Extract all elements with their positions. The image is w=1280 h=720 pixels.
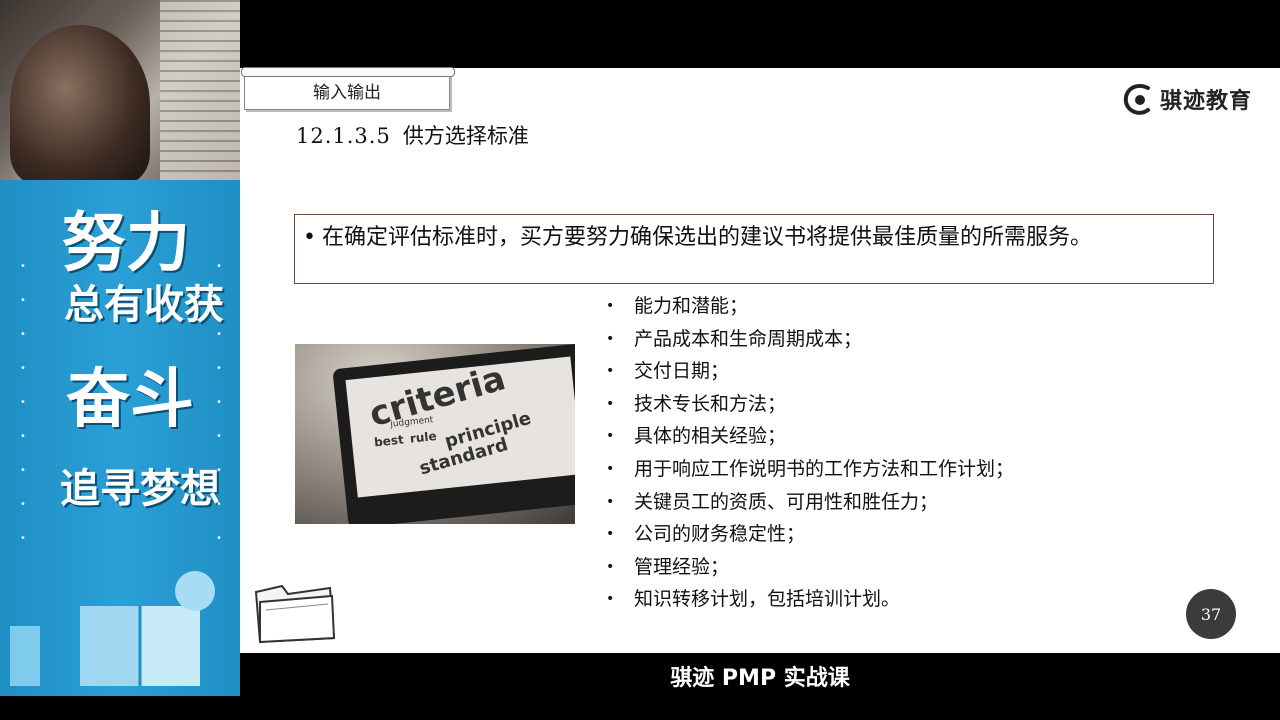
bookshelf-background xyxy=(160,0,240,180)
presenter-silhouette xyxy=(10,25,150,180)
list-item: • 关键员工的资质、可用性和胜任力； xyxy=(606,486,1014,519)
list-item: • 能力和潜能； xyxy=(606,290,1014,323)
bullet-icon: • xyxy=(606,558,615,575)
criteria-tablet-image: criteria best rule principle standard ju… xyxy=(295,344,575,524)
motivational-banner: 努力 总有收获 奋斗 追寻梦想 • • • • • • • • • • • • • • • • • • xyxy=(0,180,240,696)
criteria-list: • 能力和潜能； • 产品成本和生命周期成本； • 交付日期； • 技术专长和方法； •… xyxy=(606,290,1014,616)
banner-line-4: 追寻梦想 xyxy=(60,466,220,512)
word-best: best xyxy=(373,432,405,450)
banner-line-2: 总有收获 xyxy=(64,282,224,328)
slide-heading: 12.1.3.5 供方选择标准 xyxy=(296,120,529,150)
brand-logo: 骐迹教育 xyxy=(1122,82,1252,116)
list-item: • 交付日期； xyxy=(606,355,1014,388)
tablet-screen: criteria best rule principle standard ju… xyxy=(345,356,575,498)
list-item: • 用于响应工作说明书的工作方法和工作计划； xyxy=(606,453,1014,486)
list-item: • 管理经验； xyxy=(606,551,1014,584)
banner-line-3: 奋斗 xyxy=(66,363,194,437)
caption-text: 骐迹 PMP 实战课 xyxy=(670,666,850,691)
banner-decor-dots-right: • • • • • • • • • xyxy=(216,261,222,544)
list-item: • 知识转移计划，包括培训计划。 xyxy=(606,583,1014,616)
list-item: • 公司的财务稳定性； xyxy=(606,518,1014,551)
presentation-slide: 输入输出 骐迹教育 12.1.3.5 供方选择标准 • 在确定评估标准时，买方要努力… xyxy=(240,67,1280,653)
section-tab-label: 输入输出 xyxy=(313,82,381,103)
bullet-icon: • xyxy=(303,225,316,250)
logo-mark-icon xyxy=(1123,83,1150,115)
bullet-icon: • xyxy=(606,298,615,314)
tablet-device: criteria best rule principle standard ju… xyxy=(332,344,575,524)
list-item: • 具体的相关经验； xyxy=(606,420,1014,453)
bullet-icon: • xyxy=(606,591,615,608)
bullet-icon: • xyxy=(606,330,615,347)
summary-box: • 在确定评估标准时，买方要努力确保选出的建议书将提供最佳质量的所需服务。 xyxy=(294,214,1214,284)
page-number: 37 xyxy=(1200,604,1222,624)
banner-decor-dots-left: • • • • • • • • • xyxy=(20,261,26,544)
heading-number: 12.1.3.5 xyxy=(296,124,391,148)
logo-text: 骐迹教育 xyxy=(1159,89,1252,114)
bullet-icon: • xyxy=(606,493,615,510)
list-item: • 技术专长和方法； xyxy=(606,388,1014,421)
bullet-icon: • xyxy=(606,526,615,543)
bullet-icon: • xyxy=(606,395,615,412)
page-number-badge: 37 xyxy=(1186,589,1236,639)
section-tab: 输入输出 xyxy=(241,67,455,110)
word-rule: rule xyxy=(409,429,438,446)
bullet-icon: • xyxy=(606,428,615,445)
heading-title: 供方选择标准 xyxy=(402,124,529,148)
summary-text: 在确定评估标准时，买方要努力确保选出的建议书将提供最佳质量的所需服务。 xyxy=(321,225,1092,250)
webcam-feed xyxy=(0,0,240,180)
list-item: • 产品成本和生命周期成本； xyxy=(606,323,1014,356)
folder-icon xyxy=(254,584,336,644)
video-caption: 骐迹 PMP 实战课 xyxy=(0,660,1280,692)
banner-line-1: 努力 xyxy=(62,207,190,281)
bullet-icon: • xyxy=(606,363,615,380)
bullet-icon: • xyxy=(606,460,615,477)
